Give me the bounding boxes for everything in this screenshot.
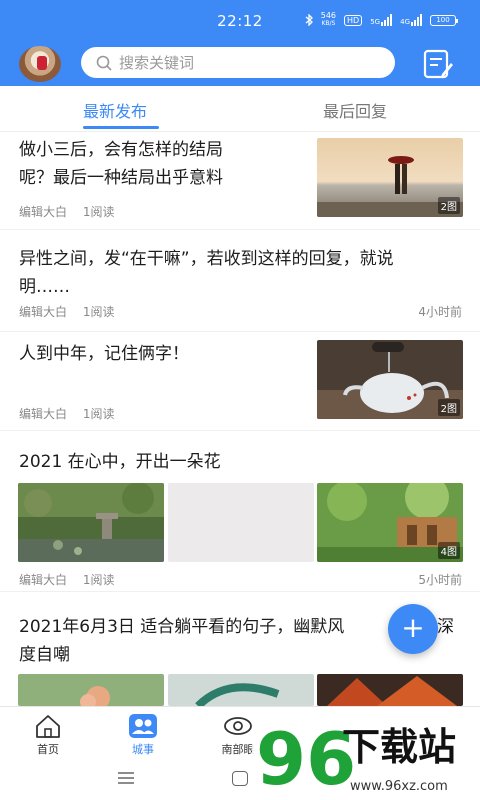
feed-item[interactable]: 异性之间，发“在干嘛”，若收到这样的回复，就说 明…… 编辑大白 1阅读 4小时…: [0, 231, 480, 332]
item-meta: 编辑大白 1阅读: [19, 303, 126, 320]
add-post-button[interactable]: +: [388, 604, 438, 654]
edit-post-icon[interactable]: [420, 46, 456, 82]
item-meta: 编辑大白 1阅读: [19, 405, 126, 422]
search-icon: [96, 55, 112, 71]
status-icons: 546 KB/S HD 5G 4G 100: [305, 12, 458, 28]
feed-item[interactable]: 做小三后，会有怎样的结局 呢？最后一种结局出乎意料 编辑大白 1阅读 2图: [0, 132, 480, 230]
watermark-logo: 96 下载站 www.96xz.com: [252, 706, 480, 800]
item-title: 人到中年，记住俩字！: [19, 340, 299, 368]
item-meta: 编辑大白 1阅读: [19, 203, 126, 220]
item-title: 2021 在心中，开出一朵花: [19, 448, 469, 476]
net-speed: 546 KB/S: [321, 12, 336, 28]
watermark-text: 下载站: [342, 725, 456, 769]
item-thumbnail: [168, 674, 314, 706]
network-5g-label: 5G: [370, 18, 381, 26]
signal-icon: [381, 14, 393, 26]
status-bar: 22:12 546 KB/S HD 5G 4G 100: [0, 0, 480, 42]
item-author: 编辑大白: [19, 407, 68, 421]
item-title-line1-tail: 深: [437, 617, 454, 637]
item-title-line2: 呢？最后一种结局出乎意料: [19, 168, 223, 188]
item-title-line1: 异性之间，发“在干嘛”，若收到这样的回复，就说: [19, 249, 394, 269]
image-count-badge: 2图: [437, 197, 460, 214]
flower-image: [18, 674, 164, 706]
item-thumbnail: [317, 674, 463, 706]
network-4g: 4G: [400, 14, 422, 26]
red-leaves-image: [317, 674, 463, 706]
network-4g-label: 4G: [400, 18, 410, 26]
nav-city-label: 城事: [132, 743, 154, 756]
item-thumbnail: [168, 483, 314, 562]
network-5g: 5G: [370, 14, 393, 26]
tab-bar: 最新发布 最后回复: [0, 86, 480, 132]
hd-badge: HD: [344, 14, 363, 26]
battery-icon: 100: [430, 14, 458, 26]
garden-pond-image: [18, 483, 164, 562]
item-thumbnail: 4图: [317, 483, 463, 562]
search-box[interactable]: [81, 47, 395, 78]
menu-icon[interactable]: [118, 772, 134, 784]
item-reads: 1阅读: [82, 305, 115, 319]
item-thumbnail: [18, 483, 164, 562]
feed-item[interactable]: 人到中年，记住俩字！ 编辑大白 1阅读 2图: [0, 333, 480, 431]
tab-latest[interactable]: 最新发布: [83, 98, 147, 122]
watermark-graphic: 96 下载站 www.96xz.com: [252, 712, 480, 800]
signal-icon-2: [411, 14, 422, 26]
home-button-icon[interactable]: [232, 771, 248, 786]
item-thumbnail: 2图: [317, 138, 463, 217]
nav-south-label: 南部眼: [221, 743, 255, 756]
nav-home[interactable]: 首页: [16, 713, 80, 757]
bluetooth-icon: [305, 14, 313, 26]
item-title-line1: 做小三后，会有怎样的结局: [19, 140, 223, 160]
tab-last-reply[interactable]: 最后回复: [323, 98, 387, 122]
item-author: 编辑大白: [19, 573, 68, 587]
item-title-line2: 明……: [19, 277, 70, 297]
feed-item[interactable]: 2021 在心中，开出一朵花 4图 编辑大白 1阅读 5小时前: [0, 432, 480, 592]
item-title-line1: 人到中年，记住俩字！: [19, 344, 189, 364]
image-count-badge: 2图: [437, 399, 460, 416]
nav-home-label: 首页: [37, 743, 59, 756]
item-title-line1: 2021年6月3日 适合躺平看的句子，幽默风: [19, 617, 345, 637]
city-news-icon: [129, 714, 157, 738]
eye-icon: [224, 717, 252, 735]
item-time: 4小时前: [418, 305, 462, 319]
item-reads: 1阅读: [82, 573, 115, 587]
image-count-badge: 4图: [437, 542, 460, 559]
item-author: 编辑大白: [19, 305, 68, 319]
home-icon: [36, 715, 60, 738]
item-reads: 1阅读: [82, 205, 115, 219]
tab-indicator: [83, 126, 159, 129]
item-title: 异性之间，发“在干嘛”，若收到这样的回复，就说 明……: [19, 245, 469, 301]
item-title-line1: 2021 在心中，开出一朵花: [19, 452, 221, 472]
item-thumbnail: [18, 674, 164, 706]
item-time: 5小时前: [418, 573, 462, 587]
item-meta: 编辑大白 1阅读: [19, 571, 126, 588]
net-speed-value: 546: [320, 11, 337, 20]
app-header: [0, 42, 480, 86]
nav-city-news[interactable]: 城事: [111, 713, 175, 757]
item-author: 编辑大白: [19, 205, 68, 219]
watermark-url: www.96xz.com: [350, 779, 448, 794]
item-title: 做小三后，会有怎样的结局 呢？最后一种结局出乎意料: [19, 136, 299, 192]
search-input[interactable]: [119, 53, 369, 72]
leaf-image: [168, 674, 314, 706]
item-reads: 1阅读: [82, 407, 115, 421]
item-thumbnail: 2图: [317, 340, 463, 419]
net-speed-unit: KB/S: [321, 20, 336, 27]
avatar[interactable]: [19, 46, 61, 82]
